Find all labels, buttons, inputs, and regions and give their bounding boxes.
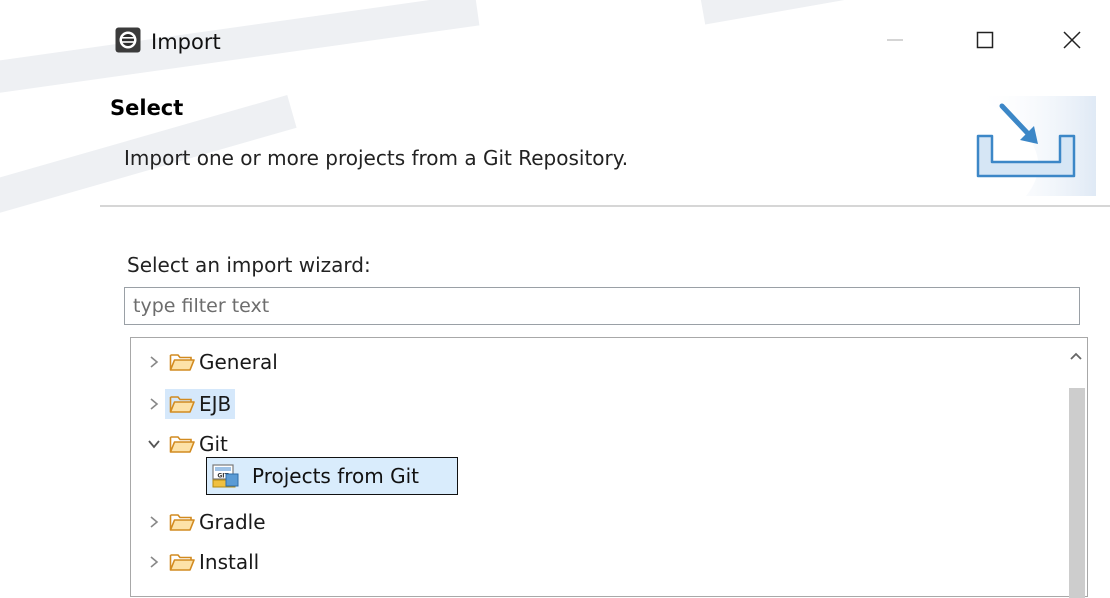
minimize-button[interactable] xyxy=(872,20,918,60)
chevron-right-icon[interactable] xyxy=(143,351,165,373)
minimize-icon xyxy=(887,39,903,41)
page-title: Select xyxy=(110,96,184,120)
tree-item-label: Projects from Git xyxy=(252,464,420,488)
chevron-right-icon[interactable] xyxy=(143,393,165,415)
close-icon xyxy=(1063,31,1081,49)
import-wizard-icon xyxy=(956,96,1096,196)
scroll-up-button[interactable] xyxy=(1066,346,1086,366)
maximize-icon xyxy=(976,31,994,49)
tree-item-label: Git xyxy=(199,432,228,456)
window-title: Import xyxy=(151,30,221,54)
title-bar: Import xyxy=(0,0,1110,82)
chevron-up-icon xyxy=(1070,352,1082,360)
folder-icon xyxy=(169,393,195,415)
folder-icon xyxy=(169,433,195,455)
scrollbar-thumb[interactable] xyxy=(1069,388,1085,598)
git-projects-icon: GIT xyxy=(212,464,240,488)
filter-input[interactable] xyxy=(124,287,1080,325)
chevron-right-icon[interactable] xyxy=(143,511,165,533)
tree-item-ejb[interactable]: EJB xyxy=(143,386,236,422)
header-separator xyxy=(100,205,1110,207)
tree-item-install[interactable]: Install xyxy=(143,544,259,580)
tree-item-label: Install xyxy=(199,550,260,574)
page-description: Import one or more projects from a Git R… xyxy=(124,146,629,170)
eclipse-icon xyxy=(115,27,141,53)
chevron-right-icon[interactable] xyxy=(143,551,165,573)
tree-item-projects-from-git[interactable]: GIT Projects from Git xyxy=(206,457,458,495)
tree-item-highlight: EJB xyxy=(165,389,236,419)
folder-icon xyxy=(169,351,195,373)
tree-item-label: EJB xyxy=(199,392,232,416)
chevron-down-icon[interactable] xyxy=(143,433,165,455)
maximize-button[interactable] xyxy=(962,20,1008,60)
tree-item-gradle[interactable]: Gradle xyxy=(143,504,266,540)
folder-icon xyxy=(169,551,195,573)
tree-item-label: Gradle xyxy=(199,510,266,534)
close-button[interactable] xyxy=(1049,20,1095,60)
folder-icon xyxy=(169,511,195,533)
tree-item-label: General xyxy=(199,350,278,374)
tree-item-general[interactable]: General xyxy=(143,344,278,380)
wizard-tree[interactable]: General EJB Git GIT Projects from Git Gr… xyxy=(130,337,1088,598)
wizard-label: Select an import wizard: xyxy=(127,253,371,277)
